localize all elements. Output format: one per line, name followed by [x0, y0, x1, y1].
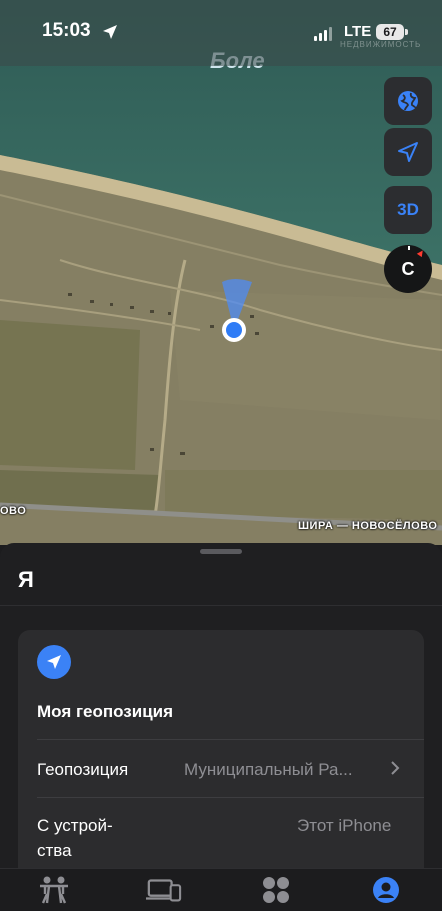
- road-label-right: ШИРА — НОВОСЁЛОВО: [298, 520, 438, 532]
- globe-icon: [398, 91, 418, 111]
- items-icon: [263, 877, 289, 903]
- people-icon: [40, 876, 68, 904]
- status-time: 15:03: [42, 20, 91, 41]
- me-sheet[interactable]: Я Моя геопозиция Геопозиция Муниципальны…: [0, 543, 442, 880]
- sheet-grabber[interactable]: [200, 549, 242, 554]
- tab-items[interactable]: [258, 875, 294, 905]
- chevron-right-icon: [391, 761, 400, 775]
- location-row[interactable]: Геопозиция Муниципальный Ра...: [18, 740, 424, 797]
- device-label-line1: С устрой-: [37, 816, 113, 835]
- location-label: Геопозиция: [37, 760, 129, 779]
- track-location-button[interactable]: [384, 128, 432, 176]
- battery-indicator: 67: [376, 24, 404, 40]
- satellite-map: [0, 0, 442, 545]
- compass-north-tick: [408, 246, 410, 250]
- map-view[interactable]: Боле ОВО ШИРА — НОВОСЁЛОВО 3D С: [0, 0, 442, 545]
- compass-button[interactable]: С: [384, 245, 432, 293]
- tab-devices[interactable]: [146, 875, 182, 905]
- tab-bar: [0, 868, 442, 911]
- location-arrow-icon: [398, 142, 418, 162]
- sheet-title: Я: [18, 567, 34, 592]
- device-label-line2: ства: [37, 841, 72, 860]
- devices-icon: [146, 879, 182, 902]
- sheet-divider: [0, 605, 442, 606]
- tab-me[interactable]: [368, 875, 404, 905]
- my-location-card: Моя геопозиция Геопозиция Муниципальный …: [18, 630, 424, 880]
- 3d-view-button[interactable]: 3D: [384, 186, 432, 234]
- location-services-icon: [103, 25, 117, 39]
- compass-needle-icon: [416, 248, 426, 258]
- card-heading: Моя геопозиция: [37, 702, 174, 721]
- network-type: LTE: [344, 23, 372, 40]
- tab-people[interactable]: [36, 875, 72, 905]
- compass-label: С: [401, 258, 415, 279]
- device-value: Этот iPhone: [297, 816, 392, 835]
- location-value: Муниципальный Ра...: [184, 760, 353, 779]
- battery-tip: [405, 29, 408, 35]
- cellular-signal-icon: [314, 27, 332, 41]
- map-type-button[interactable]: [384, 77, 432, 125]
- road-label-left: ОВО: [0, 505, 27, 517]
- me-icon: [373, 877, 399, 903]
- location-arrow-icon: [37, 645, 71, 679]
- status-bar: 15:03 LTE 67 НЕДВИЖИМОСТЬ: [0, 0, 442, 66]
- watermark: НЕДВИЖИМОСТЬ: [340, 40, 422, 49]
